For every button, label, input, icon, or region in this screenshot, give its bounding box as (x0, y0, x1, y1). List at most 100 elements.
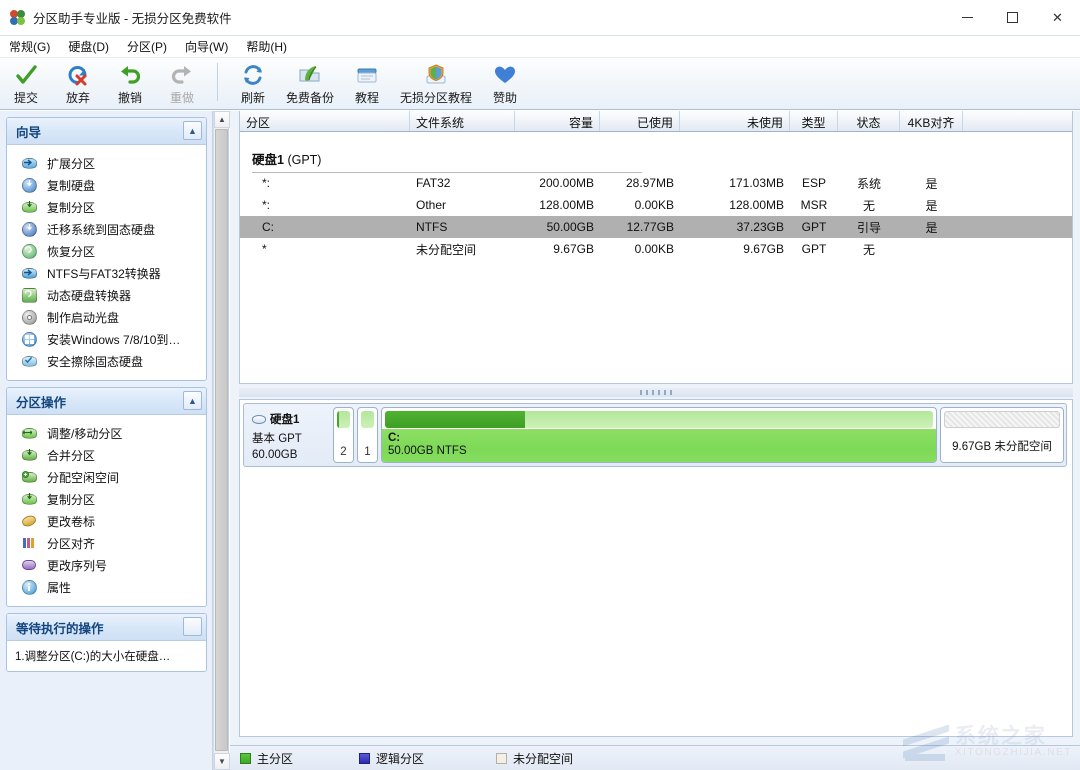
menu-item-partition[interactable]: 分区(P) (118, 36, 176, 57)
chevron-up-icon[interactable]: ▲ (214, 111, 230, 128)
disk-info[interactable]: 硬盘1 基本 GPT 60.00GB (247, 407, 333, 463)
grip-dot (670, 390, 672, 395)
cell-align4k: 是 (900, 175, 963, 192)
chevron-up-icon[interactable]: ▲ (183, 391, 202, 410)
toolbar-button-discard[interactable]: 放弃 (52, 61, 104, 107)
toolbar-button-safe-partition-tutorial[interactable]: 无损分区教程 (393, 61, 479, 107)
sidebar-item-copy-partition[interactable]: 复制分区 (7, 196, 206, 218)
grip-dot (664, 390, 666, 395)
sidebar-item-resize-move-partition[interactable]: 调整/移动分区 (7, 422, 206, 444)
sidebar-label: 复制硬盘 (47, 177, 95, 194)
sidebar-item-dynamic-disk-converter[interactable]: 动态硬盘转换器 (7, 284, 206, 306)
disk-platter-icon (252, 415, 266, 424)
column-header-capacity[interactable]: 容量 (515, 111, 600, 131)
column-header-status[interactable]: 状态 (838, 111, 900, 131)
maximize-icon (1007, 12, 1018, 23)
sidebar-label: 属性 (47, 579, 71, 596)
column-header-spacer[interactable] (963, 111, 1072, 131)
operations-panel-body: 调整/移动分区 合并分区 分配空闲空间 复制分区 更改卷标 分区对齐 (7, 415, 206, 606)
maximize-button[interactable] (990, 0, 1035, 36)
column-header-align4k[interactable]: 4KB对齐 (900, 111, 963, 131)
disk-map-partition-1[interactable]: 1 (357, 407, 378, 463)
menu-item-help[interactable]: 帮助(H) (237, 36, 296, 57)
table-row[interactable]: *: Other 128.00MB 0.00KB 128.00MB MSR 无 … (240, 194, 1072, 216)
sidebar-label: 扩展分区 (47, 155, 95, 172)
cell-status: 无 (838, 197, 900, 214)
sidebar-item-copy-partition-op[interactable]: 复制分区 (7, 488, 206, 510)
cell-partition: * (240, 242, 410, 256)
disk-map-partition-2[interactable]: 2 (333, 407, 354, 463)
shield-book-icon (424, 62, 448, 88)
toolbar-button-redo[interactable]: 重做 (156, 61, 208, 107)
toolbar-button-donate[interactable]: 赞助 (479, 61, 531, 107)
menu-item-wizard[interactable]: 向导(W) (176, 36, 237, 57)
toolbar-label-free-backup: 免费备份 (286, 89, 334, 106)
refresh-icon (241, 62, 265, 88)
column-header-partition[interactable]: 分区 (240, 111, 410, 131)
sidebar-item-merge-partition[interactable]: 合并分区 (7, 444, 206, 466)
install-windows-icon (21, 331, 38, 348)
toolbar-button-commit[interactable]: 提交 (0, 61, 52, 107)
sidebar-item-allocate-free-space[interactable]: 分配空闲空间 (7, 466, 206, 488)
sidebar-item-change-label[interactable]: 更改卷标 (7, 510, 206, 532)
window-title: 分区助手专业版 - 无损分区免费软件 (33, 8, 232, 27)
toolbar-button-undo[interactable]: 撤销 (104, 61, 156, 107)
sidebar-item-copy-disk[interactable]: 复制硬盘 (7, 174, 206, 196)
cell-partition: *: (240, 198, 410, 212)
cell-capacity: 9.67GB (515, 242, 600, 256)
menu-item-general[interactable]: 常规(G) (0, 36, 59, 57)
toolbar-button-free-backup[interactable]: 免费备份 (279, 61, 341, 107)
title-bar: 分区助手专业版 - 无损分区免费软件 ✕ (0, 0, 1080, 36)
column-header-unused[interactable]: 未使用 (680, 111, 790, 131)
minimize-icon (962, 17, 973, 18)
sidebar-label: 分配空闲空间 (47, 469, 119, 486)
cell-filesystem: Other (410, 198, 515, 212)
disk-size: 60.00GB (252, 449, 333, 461)
pending-collapse-button[interactable] (183, 617, 202, 636)
table-row-selected[interactable]: C: NTFS 50.00GB 12.77GB 37.23GB GPT 引导 是 (240, 216, 1072, 238)
legend-swatch-blue (359, 753, 370, 764)
column-header-used[interactable]: 已使用 (600, 111, 680, 131)
cell-filesystem: NTFS (410, 220, 515, 234)
migrate-os-icon (21, 221, 38, 238)
sidebar-item-ntfs-fat32-converter[interactable]: NTFS与FAT32转换器 (7, 262, 206, 284)
table-row[interactable]: * 未分配空间 9.67GB 0.00KB 9.67GB GPT 无 (240, 238, 1072, 260)
sidebar-item-align-partition[interactable]: 分区对齐 (7, 532, 206, 554)
disk-map-unallocated[interactable]: 9.67GB 未分配空间 (940, 407, 1064, 463)
legend-primary-partition: 主分区 (240, 750, 293, 767)
close-button[interactable]: ✕ (1035, 0, 1080, 36)
pending-operations-header: 等待执行的操作 (7, 614, 206, 641)
table-row[interactable]: *: FAT32 200.00MB 28.97MB 171.03MB ESP 系… (240, 172, 1072, 194)
column-header-filesystem[interactable]: 文件系统 (410, 111, 515, 131)
sidebar-item-secure-erase-ssd[interactable]: 安全擦除固态硬盘 (7, 350, 206, 372)
panel-splitter[interactable] (239, 388, 1073, 397)
sidebar-item-change-serial-number[interactable]: 更改序列号 (7, 554, 206, 576)
toolbar-button-tutorial[interactable]: 教程 (341, 61, 393, 107)
sidebar-label: 复制分区 (47, 491, 95, 508)
sidebar-item-migrate-os[interactable]: 迁移系统到固态硬盘 (7, 218, 206, 240)
chevron-down-icon[interactable]: ▼ (214, 753, 230, 770)
sidebar-scrollbar-thumb[interactable] (215, 129, 228, 751)
sidebar-item-recover-partition[interactable]: 恢复分区 (7, 240, 206, 262)
sidebar-label: 安装Windows 7/8/10到… (47, 331, 180, 348)
menu-item-disk[interactable]: 硬盘(D) (59, 36, 118, 57)
chevron-up-icon[interactable]: ▲ (183, 121, 202, 140)
sidebar-scrollbar[interactable]: ▲ ▼ (213, 111, 229, 770)
sidebar-item-properties[interactable]: 属性 (7, 576, 206, 598)
copy-partition-icon (21, 199, 38, 216)
sidebar-item-install-windows[interactable]: 安装Windows 7/8/10到… (7, 328, 206, 350)
column-header-type[interactable]: 类型 (790, 111, 838, 131)
sidebar-item-create-bootable-cd[interactable]: 制作启动光盘 (7, 306, 206, 328)
usage-bar (361, 411, 374, 428)
sidebar-label: 动态硬盘转换器 (47, 287, 131, 304)
disk-map-partition-c[interactable]: C: 50.00GB NTFS (381, 407, 937, 463)
pending-operation-item[interactable]: 1.调整分区(C:)的大小在硬盘… (7, 645, 206, 667)
cell-type: GPT (790, 242, 838, 256)
toolbar-button-refresh[interactable]: 刷新 (227, 61, 279, 107)
sidebar-item-extend-partition[interactable]: 扩展分区 (7, 152, 206, 174)
cell-status: 无 (838, 241, 900, 258)
legend-swatch-green (240, 753, 251, 764)
sidebar-label: 迁移系统到固态硬盘 (47, 221, 155, 238)
minimize-button[interactable] (945, 0, 990, 36)
usage-bar (337, 411, 350, 428)
